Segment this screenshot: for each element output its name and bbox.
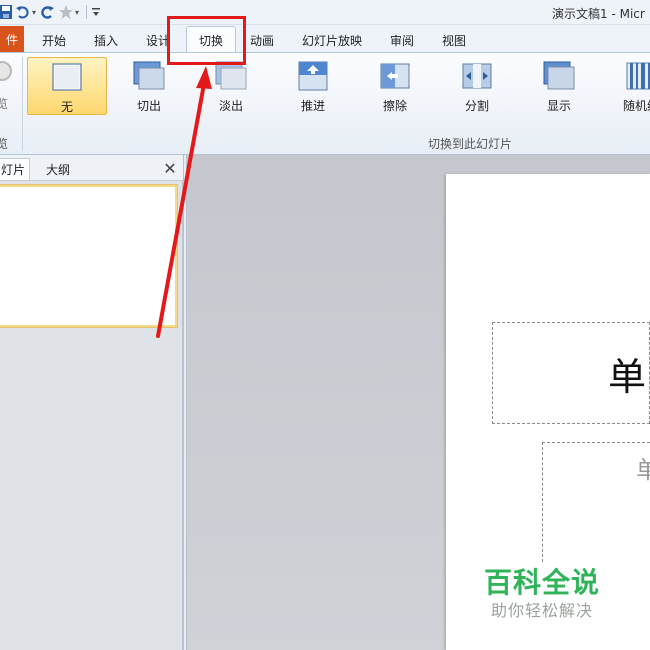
transition-reveal-icon xyxy=(543,61,575,91)
transition-fade-icon xyxy=(215,61,247,91)
transition-split-label: 分割 xyxy=(464,99,489,113)
transition-none[interactable]: 无 xyxy=(27,57,107,115)
transition-fade[interactable]: 淡出 xyxy=(191,57,271,115)
annotation-highlight-box xyxy=(167,16,246,65)
pane-splitter[interactable] xyxy=(183,155,187,650)
watermark-subtitle: 助你轻松解决 xyxy=(491,601,594,620)
preview-button-label: 览 xyxy=(0,97,9,111)
tab-insert[interactable]: 插入 xyxy=(88,29,124,51)
subtitle-placeholder[interactable] xyxy=(542,442,650,562)
transition-push[interactable]: 推进 xyxy=(273,57,353,115)
quick-access-toolbar: ▾ ▾ xyxy=(0,3,104,21)
tab-home[interactable]: 开始 xyxy=(36,29,72,51)
ribbon-tab-bar: 件 开始 插入 设计 切换 动画 幻灯片放映 审阅 视图 xyxy=(0,25,650,53)
tab-animations[interactable]: 动画 xyxy=(246,29,278,51)
subtitle-placeholder-text: 单 xyxy=(636,456,650,484)
transition-cut-label: 切出 xyxy=(136,99,161,113)
tab-slideshow[interactable]: 幻灯片放映 xyxy=(296,29,368,51)
star-icon[interactable]: ▾ xyxy=(58,3,79,21)
slide-thumbnail[interactable] xyxy=(0,185,177,327)
transition-fade-label: 淡出 xyxy=(218,99,243,113)
preview-icon xyxy=(0,61,12,81)
transition-wipe[interactable]: 擦除 xyxy=(355,57,435,115)
save-icon[interactable] xyxy=(0,3,12,21)
transition-random-bars-label: 随机线 xyxy=(622,99,650,113)
window-title: 演示文稿1 - Micr xyxy=(552,7,645,21)
slides-pane-tabs: 灯片 大纲 ✕ xyxy=(0,155,183,181)
preview-group-label: 览 xyxy=(0,137,9,151)
transition-push-label: 推进 xyxy=(300,99,325,113)
tab-view[interactable]: 视图 xyxy=(436,29,472,51)
transition-split[interactable]: 分割 xyxy=(437,57,517,115)
slides-pane: 灯片 大纲 ✕ xyxy=(0,155,183,650)
transition-wipe-icon xyxy=(379,61,411,91)
watermark-title: 百科全说 xyxy=(484,566,601,599)
qat-separator xyxy=(86,5,88,19)
tab-review[interactable]: 审阅 xyxy=(384,29,420,51)
transition-wipe-label: 擦除 xyxy=(382,99,407,113)
undo-dropdown-icon[interactable]: ▾ xyxy=(32,8,36,17)
undo-icon[interactable]: ▾ xyxy=(15,3,36,21)
transition-none-label: 无 xyxy=(60,100,73,114)
preview-button[interactable]: 览 xyxy=(0,57,18,117)
transition-push-icon xyxy=(297,61,329,91)
title-bar: ▾ ▾ 演示文稿1 - Micr xyxy=(0,0,650,25)
tab-file[interactable]: 件 xyxy=(0,26,24,52)
transition-random-bars[interactable]: 随机线 xyxy=(601,57,650,115)
transition-cut-icon xyxy=(133,61,165,91)
transition-split-icon xyxy=(461,61,493,91)
redo-icon[interactable] xyxy=(39,3,55,21)
close-pane-icon[interactable]: ✕ xyxy=(162,157,178,179)
ribbon-group-label: 切换到此幻灯片 xyxy=(428,137,513,151)
transition-none-icon xyxy=(51,62,83,92)
ribbon: 览 览 无 切出 淡出 推进 擦除 分割 显示 随机 切换到此幻灯片 xyxy=(0,52,650,155)
transition-random-bars-icon xyxy=(625,61,650,91)
transition-cut[interactable]: 切出 xyxy=(109,57,189,115)
tab-outline[interactable]: 大纲 xyxy=(38,158,78,180)
star-dropdown-icon[interactable]: ▾ xyxy=(75,8,79,17)
ribbon-group-separator xyxy=(22,57,23,151)
title-placeholder-text: 单 xyxy=(608,355,647,399)
customize-qat-icon[interactable] xyxy=(91,3,101,21)
transition-reveal[interactable]: 显示 xyxy=(519,57,599,115)
transition-reveal-label: 显示 xyxy=(546,99,571,113)
tab-slides[interactable]: 灯片 xyxy=(0,158,30,180)
